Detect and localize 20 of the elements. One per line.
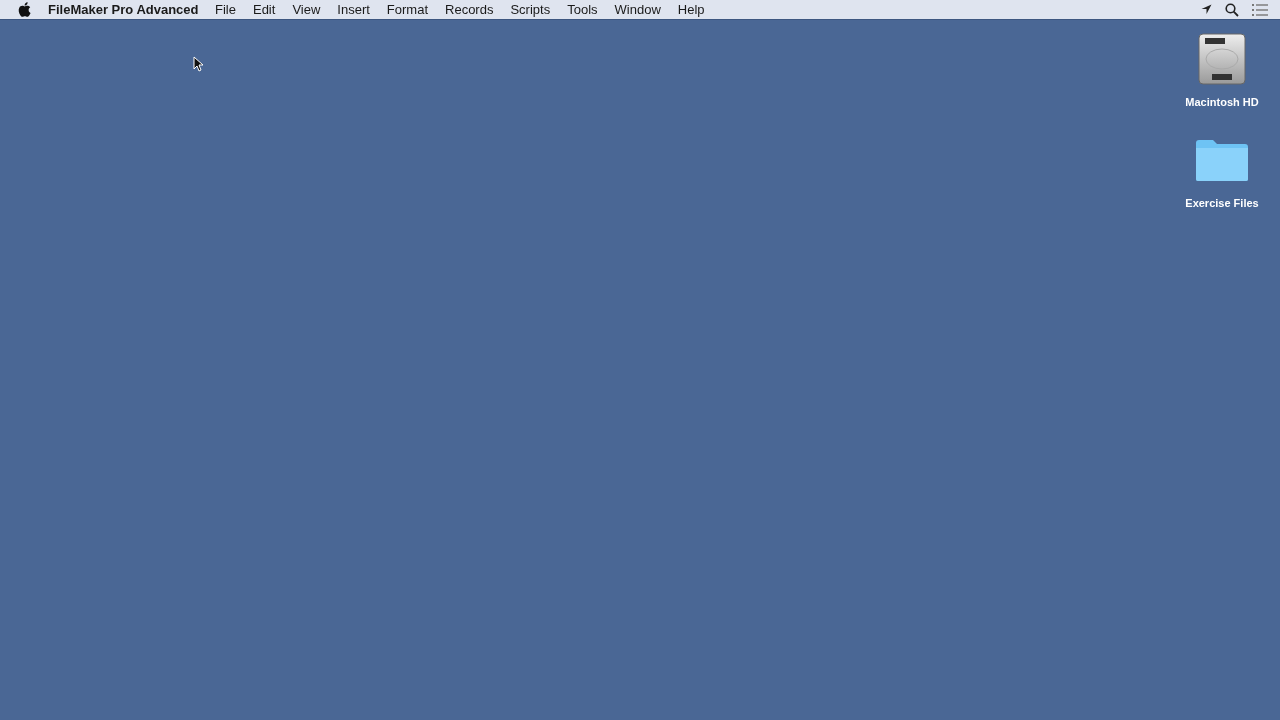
menu-item[interactable]: Records [436,0,502,20]
menu-item[interactable]: Window [606,0,670,20]
menu-item[interactable]: Edit [244,0,284,20]
folder-icon [1195,137,1249,182]
desktop-icon-label[interactable]: Exercise Files [1185,194,1259,211]
menu-item[interactable]: Tools [558,0,607,20]
search-icon[interactable] [1225,2,1239,17]
mouse-pointer-icon [193,56,203,72]
menu-item[interactable]: File [206,0,245,20]
desktop-icon-label[interactable]: Macintosh HD [1185,94,1259,111]
menu-item[interactable]: Help [669,0,714,20]
menu-item[interactable]: Insert [328,0,379,20]
app-name-menu[interactable]: FileMaker Pro Advanced [48,0,199,20]
location-arrow-icon[interactable] [1201,4,1212,15]
hard-drive-icon [1197,33,1247,85]
menu-item[interactable]: Scripts [501,0,559,20]
apple-logo-icon[interactable] [18,2,31,17]
menu-item[interactable]: View [283,0,329,20]
list-icon[interactable] [1252,3,1268,16]
menu-item[interactable]: Format [378,0,437,20]
